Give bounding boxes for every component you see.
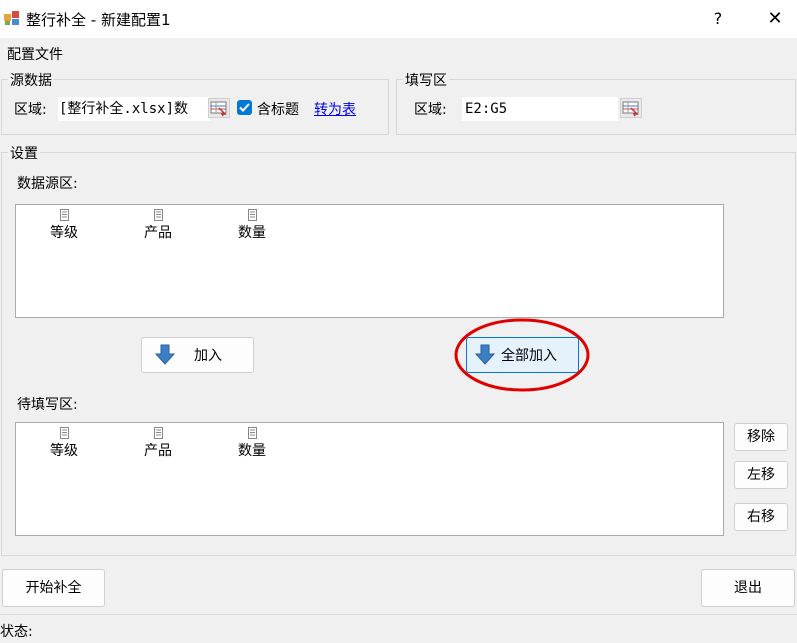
menu-item-config-file[interactable]: 配置文件 bbox=[7, 44, 63, 64]
window-title: 整行补全 - 新建配置1 bbox=[26, 11, 171, 29]
has-header-label[interactable]: 含标题 bbox=[257, 99, 299, 119]
source-region-input[interactable]: [整行补全.xlsx]数 bbox=[58, 97, 210, 121]
column-label: 产品 bbox=[144, 443, 172, 459]
status-label: 状态: bbox=[0, 624, 33, 640]
pending-area-label: 待填写区: bbox=[17, 397, 78, 413]
column-label: 等级 bbox=[50, 443, 78, 459]
fill-region-label: 区域: bbox=[414, 102, 447, 118]
help-button[interactable]: ? bbox=[703, 5, 733, 33]
list-item[interactable]: 等级 bbox=[34, 427, 94, 460]
column-label: 数量 bbox=[238, 443, 266, 459]
move-left-button[interactable]: 左移 bbox=[734, 461, 788, 489]
column-icon bbox=[59, 427, 69, 439]
highlight-ring bbox=[454, 318, 590, 392]
source-area-label: 数据源区: bbox=[17, 176, 78, 192]
fill-region-picker-button[interactable] bbox=[620, 98, 642, 118]
column-label: 产品 bbox=[144, 225, 172, 241]
has-header-checkbox[interactable] bbox=[237, 100, 252, 115]
column-icon bbox=[59, 209, 69, 221]
column-icon bbox=[247, 427, 257, 439]
column-icon bbox=[153, 209, 163, 221]
move-right-button[interactable]: 右移 bbox=[734, 503, 788, 531]
list-item[interactable]: 产品 bbox=[128, 209, 188, 242]
fill-area-legend: 填写区 bbox=[403, 70, 449, 90]
start-button[interactable]: 开始补全 bbox=[2, 569, 105, 607]
pending-area-list[interactable]: 等级 产品 数量 bbox=[15, 422, 724, 536]
list-item[interactable]: 产品 bbox=[128, 427, 188, 460]
to-table-link[interactable]: 转为表 bbox=[314, 99, 356, 119]
column-label: 等级 bbox=[50, 225, 78, 241]
remove-button[interactable]: 移除 bbox=[734, 423, 788, 451]
checkmark-icon bbox=[239, 103, 250, 112]
list-item[interactable]: 数量 bbox=[222, 209, 282, 242]
status-divider bbox=[0, 614, 797, 615]
source-region-label: 区域: bbox=[14, 102, 47, 118]
column-icon bbox=[153, 427, 163, 439]
list-item[interactable]: 数量 bbox=[222, 427, 282, 460]
exit-button[interactable]: 退出 bbox=[701, 569, 795, 607]
source-region-picker-button[interactable] bbox=[208, 98, 230, 118]
close-button[interactable]: ✕ bbox=[758, 5, 792, 33]
app-icon bbox=[4, 11, 19, 25]
list-item[interactable]: 等级 bbox=[34, 209, 94, 242]
add-button-label: 加入 bbox=[194, 348, 222, 364]
range-picker-icon bbox=[210, 101, 227, 117]
arrow-down-icon bbox=[154, 344, 176, 365]
column-label: 数量 bbox=[238, 225, 266, 241]
menu-bar bbox=[0, 38, 797, 64]
source-area-list[interactable]: 等级 产品 数量 bbox=[15, 204, 724, 318]
range-picker-icon bbox=[622, 101, 639, 117]
column-icon bbox=[247, 209, 257, 221]
source-data-legend: 源数据 bbox=[8, 70, 54, 90]
settings-legend: 设置 bbox=[8, 143, 40, 163]
add-button[interactable]: 加入 bbox=[141, 337, 254, 373]
fill-region-input[interactable]: E2:G5 bbox=[462, 97, 618, 121]
